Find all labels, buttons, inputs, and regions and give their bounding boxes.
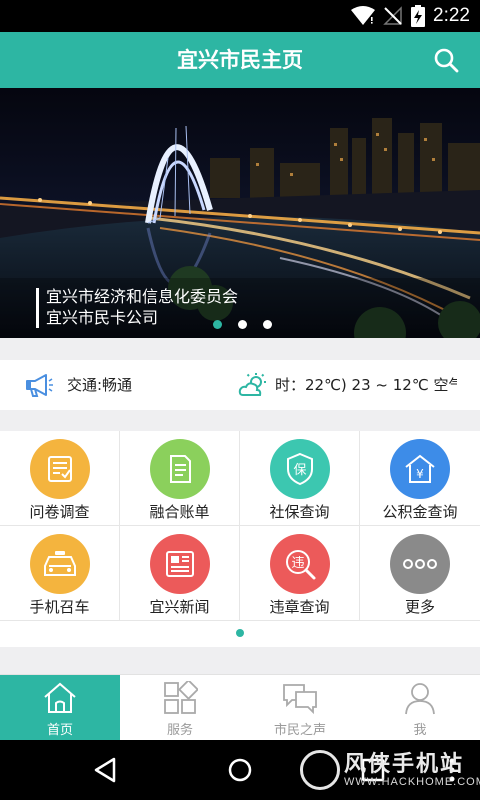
service-news[interactable]: 宜兴新闻 (120, 526, 240, 621)
tab-citizen-voice[interactable]: 市民之声 (240, 675, 360, 741)
banner-carousel[interactable]: 宜兴市经济和信息化委员会 宜兴市民卡公司 (0, 88, 480, 338)
battery-charging-icon (411, 5, 426, 27)
tab-me[interactable]: 我 (360, 675, 480, 741)
home-icon (44, 682, 76, 713)
service-label: 更多 (404, 598, 435, 616)
service-label: 违章查询 (269, 598, 330, 616)
carousel-indicator (213, 320, 272, 329)
taxi-icon (30, 534, 90, 594)
status-bar: 2:22 (0, 0, 480, 32)
housing-fund-icon: ¥ (390, 439, 450, 499)
service-label: 融合账单 (149, 503, 210, 521)
service-social-security[interactable]: 保 社保查询 (240, 431, 360, 526)
services-icon (164, 681, 198, 714)
watermark-url: WWW.HACKHOME.COM (344, 776, 480, 788)
service-label: 宜兴新闻 (149, 598, 210, 616)
tab-services[interactable]: 服务 (120, 675, 240, 741)
app-bar: 宜兴市民主页 (0, 32, 480, 88)
traffic-status: 交通:畅通 (67, 376, 133, 394)
service-grid: 问卷调查 融合账单 保 社保查询 ¥ 公积金查询 手机召车 宜兴新闻 违 违章查… (0, 431, 480, 621)
search-icon[interactable] (432, 46, 460, 74)
grid-page-indicator (0, 621, 480, 647)
weather-sun-cloud-icon (238, 373, 266, 396)
service-label: 手机召车 (29, 598, 90, 616)
home-button-icon[interactable] (224, 754, 256, 786)
service-more[interactable]: 更多 (360, 526, 480, 621)
carousel-dot-1[interactable] (213, 320, 222, 329)
grid-page-dot (236, 629, 244, 637)
watermark-logo-icon (300, 750, 340, 790)
service-taxi[interactable]: 手机召车 (0, 526, 120, 621)
service-violation[interactable]: 违 违章查询 (240, 526, 360, 621)
watermark: 风侠手机站 WWW.HACKHOME.COM (300, 744, 480, 796)
tab-label: 市民之声 (273, 723, 326, 738)
weather-ticker: 时：22℃) 23 ~ 12℃ 空气 (275, 374, 457, 395)
tab-label: 首页 (46, 723, 73, 738)
service-label: 问卷调查 (29, 503, 90, 521)
tab-label: 我 (413, 723, 427, 738)
violation-icon: 违 (270, 534, 330, 594)
social-security-icon: 保 (270, 439, 330, 499)
info-strip: 交通:畅通 时：22℃) 23 ~ 12℃ 空气 (0, 360, 480, 410)
profile-icon (405, 683, 435, 715)
service-survey[interactable]: 问卷调查 (0, 431, 120, 526)
back-icon[interactable] (90, 754, 122, 786)
tab-label: 服务 (166, 723, 193, 738)
more-icon (390, 534, 450, 594)
chat-icon (283, 684, 317, 715)
watermark-text: 风侠手机站 (344, 752, 465, 777)
status-icons: 2:22 (351, 3, 470, 29)
bottom-tab-bar: 首页 服务 市民之声 我 (0, 674, 480, 741)
status-time: 2:22 (433, 5, 470, 26)
signal-off-icon (383, 6, 402, 25)
svg-text:违: 违 (291, 556, 304, 571)
banner-caption: 宜兴市经济和信息化委员会 宜兴市民卡公司 (36, 286, 238, 328)
service-housing-fund[interactable]: ¥ 公积金查询 (360, 431, 480, 526)
tab-home[interactable]: 首页 (0, 675, 120, 741)
svg-text:保: 保 (293, 463, 306, 478)
service-label: 公积金查询 (382, 503, 458, 521)
survey-icon (30, 439, 90, 499)
bill-icon (150, 439, 210, 499)
caption-line-1: 宜兴市经济和信息化委员会 (46, 287, 239, 306)
news-icon (150, 534, 210, 594)
wifi-icon (351, 6, 376, 25)
service-bill[interactable]: 融合账单 (120, 431, 240, 526)
weather-text: 时：22℃) 23 ~ 12℃ 空气 (275, 376, 457, 394)
carousel-dot-2[interactable] (238, 320, 247, 329)
svg-text:¥: ¥ (416, 467, 424, 481)
service-label: 社保查询 (269, 503, 330, 521)
caption-line-2: 宜兴市民卡公司 (46, 308, 159, 327)
carousel-dot-3[interactable] (263, 320, 272, 329)
megaphone-icon (26, 374, 53, 397)
page-title: 宜兴市民主页 (177, 48, 303, 72)
